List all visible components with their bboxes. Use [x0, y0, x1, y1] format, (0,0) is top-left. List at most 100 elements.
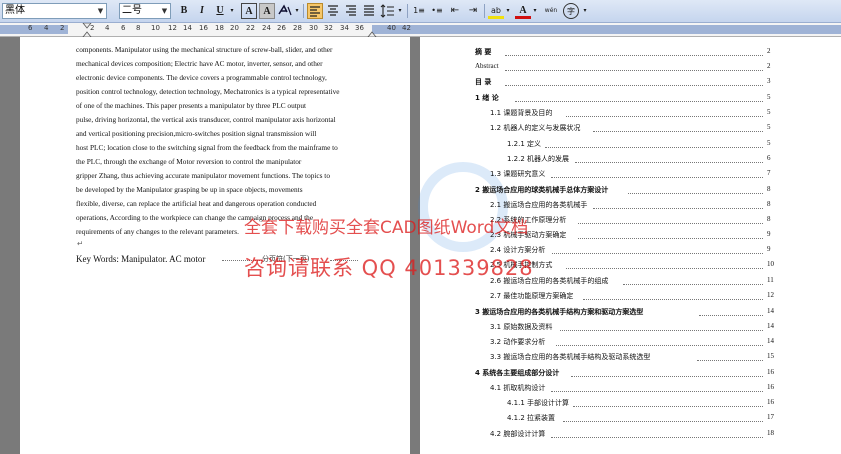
- underline-dropdown-icon[interactable]: ▾: [228, 3, 236, 19]
- chevron-down-icon[interactable]: ▼: [96, 5, 105, 17]
- toc-entry[interactable]: 3.1 原始数据及资料: [490, 322, 552, 332]
- paragraph-mark: ↵: [77, 239, 84, 248]
- increase-indent-button[interactable]: ⇥: [465, 3, 481, 19]
- toc-page: 9: [767, 245, 771, 253]
- italic-button[interactable]: I: [194, 3, 210, 19]
- toc-leader: [556, 344, 763, 346]
- toc-entry[interactable]: Abstract: [475, 62, 499, 70]
- toc-entry[interactable]: 3 搬运场合应用的各类机械手结构方案和驱动方案选型: [475, 307, 643, 317]
- abstract-line: components. Manipulator using the mechan…: [76, 45, 333, 54]
- character-shading-button[interactable]: A: [259, 3, 275, 19]
- toc-entry[interactable]: 1.1 课题背景及目的: [490, 108, 552, 118]
- character-scale-icon[interactable]: [277, 3, 293, 19]
- toc-entry[interactable]: 1 绪 论: [475, 93, 499, 103]
- toc-leader: [578, 222, 763, 224]
- toc-page: 16: [767, 398, 774, 406]
- toc-page: 14: [767, 322, 774, 330]
- line-spacing-dropdown-icon[interactable]: ▾: [396, 3, 404, 19]
- toc-entry[interactable]: 2.1 搬运场合应用的各类机械手: [490, 200, 587, 210]
- ruler-number: 4: [105, 24, 110, 32]
- abstract-line: host PLC; location close to the switchin…: [76, 143, 338, 152]
- toc-page: 14: [767, 337, 774, 345]
- toc-leader: [566, 115, 763, 117]
- abstract-line: gripper Zhang, thus achieving accurate m…: [76, 171, 330, 180]
- toc-entry[interactable]: 1.3 课题研究意义: [490, 169, 545, 179]
- toc-leader: [505, 84, 763, 86]
- bullets-button[interactable]: •≡: [429, 3, 445, 19]
- abstract-line: of one of the machines. This paper prese…: [76, 101, 307, 110]
- font-name-value: 黑体: [5, 5, 25, 16]
- ruler-number: 32: [324, 24, 333, 32]
- toc-entry[interactable]: 2 搬运场合应用的球类机械手总体方案设计: [475, 185, 608, 195]
- highlight-button[interactable]: ab: [488, 3, 504, 19]
- align-center-icon[interactable]: [325, 3, 341, 19]
- character-border-button[interactable]: A: [241, 3, 257, 19]
- justify-icon[interactable]: [361, 3, 377, 19]
- abstract-line: mechanical devices composition; Electric…: [76, 59, 323, 68]
- ruler-number: 22: [246, 24, 255, 32]
- bold-button[interactable]: B: [176, 3, 192, 19]
- chevron-down-icon[interactable]: ▼: [160, 5, 169, 17]
- toc-leader: [623, 283, 763, 285]
- toc-entry[interactable]: 1.2 机器人的定义与发展状况: [490, 123, 580, 133]
- right-indent-marker-icon[interactable]: [367, 29, 377, 37]
- ruler-number: 10: [151, 24, 160, 32]
- line-spacing-icon[interactable]: [380, 3, 396, 19]
- toc-leader: [697, 359, 763, 361]
- toc-entry[interactable]: 4.2 腕部设计计算: [490, 429, 545, 439]
- align-right-icon[interactable]: [343, 3, 359, 19]
- abstract-line: the PLC, through the exchange of Motor r…: [76, 157, 302, 166]
- toc-leader: [573, 405, 763, 407]
- toc-entry[interactable]: 3.2 动作要求分析: [490, 337, 545, 347]
- toc-entry[interactable]: 2.7 最佳功能原理方案确定: [490, 291, 573, 301]
- toc-leader: [551, 176, 763, 178]
- ruler-number: 26: [277, 24, 286, 32]
- abstract-line: electronic device components. The device…: [76, 73, 327, 82]
- toc-entry[interactable]: 3.3 搬运场合应用的各类机械手结构及驱动系统选型: [490, 352, 650, 362]
- toc-leader: [563, 420, 763, 422]
- underline-button[interactable]: U: [212, 3, 228, 19]
- toc-entry[interactable]: 4.1 抓取机构设计: [490, 383, 545, 393]
- ruler-number: 34: [340, 24, 349, 32]
- font-color-button[interactable]: A: [515, 3, 531, 19]
- decrease-indent-button[interactable]: ⇤: [447, 3, 463, 19]
- abstract-line: be developed by the Manipulator grasping…: [76, 185, 303, 194]
- toc-page: 5: [767, 93, 771, 101]
- horizontal-ruler[interactable]: 6 4 2 2 4 6 8 10 12 14 16 18 20 22 24 26…: [0, 23, 841, 37]
- toolbar-divider: [484, 4, 485, 18]
- toc-page: 2: [767, 47, 771, 55]
- toolbar-options-icon[interactable]: ▾: [581, 3, 589, 19]
- align-left-icon[interactable]: [307, 3, 323, 19]
- keywords-line: Key Words: Manipulator. AC motor: [76, 254, 206, 264]
- ruler-number: 12: [168, 24, 177, 32]
- toc-leader: [552, 252, 763, 254]
- indent-marker-icon[interactable]: [82, 23, 92, 37]
- toc-page: 8: [767, 215, 771, 223]
- toc-leader: [505, 69, 763, 71]
- toc-entry[interactable]: 1.2.1 定义: [507, 139, 541, 149]
- abstract-line: position control technology, detection t…: [76, 87, 340, 96]
- toc-page: 5: [767, 108, 771, 116]
- toc-page: 12: [767, 291, 774, 299]
- abstract-line: requirements of any changes to the relev…: [76, 227, 239, 236]
- highlight-dropdown-icon[interactable]: ▾: [504, 3, 512, 19]
- scale-dropdown-icon[interactable]: ▾: [293, 3, 301, 19]
- toc-entry[interactable]: 摘 要: [475, 47, 491, 57]
- phonetic-guide-button[interactable]: wén: [543, 3, 559, 19]
- toc-entry[interactable]: 4 系统各主要组成部分设计: [475, 368, 559, 378]
- toc-entry[interactable]: 1.2.2 机器人的发展: [507, 154, 569, 164]
- toc-page: 10: [767, 260, 774, 268]
- numbering-button[interactable]: 1≡: [411, 3, 427, 19]
- toc-leader: [583, 298, 763, 300]
- toc-entry[interactable]: 目 录: [475, 77, 491, 87]
- toc-page: 5: [767, 123, 771, 131]
- enclose-characters-button[interactable]: 字: [563, 3, 579, 19]
- font-color-dropdown-icon[interactable]: ▾: [531, 3, 539, 19]
- toc-leader: [699, 314, 763, 316]
- toc-entry[interactable]: 4.1.1 手部设计计算: [507, 398, 569, 408]
- toc-entry[interactable]: 4.1.2 拉紧装置: [507, 413, 555, 423]
- font-size-combo[interactable]: 二号 ▼: [119, 3, 171, 19]
- font-name-combo[interactable]: 黑体 ▼: [2, 3, 107, 19]
- ruler-number: 40: [387, 24, 396, 32]
- toc-leader: [593, 207, 763, 209]
